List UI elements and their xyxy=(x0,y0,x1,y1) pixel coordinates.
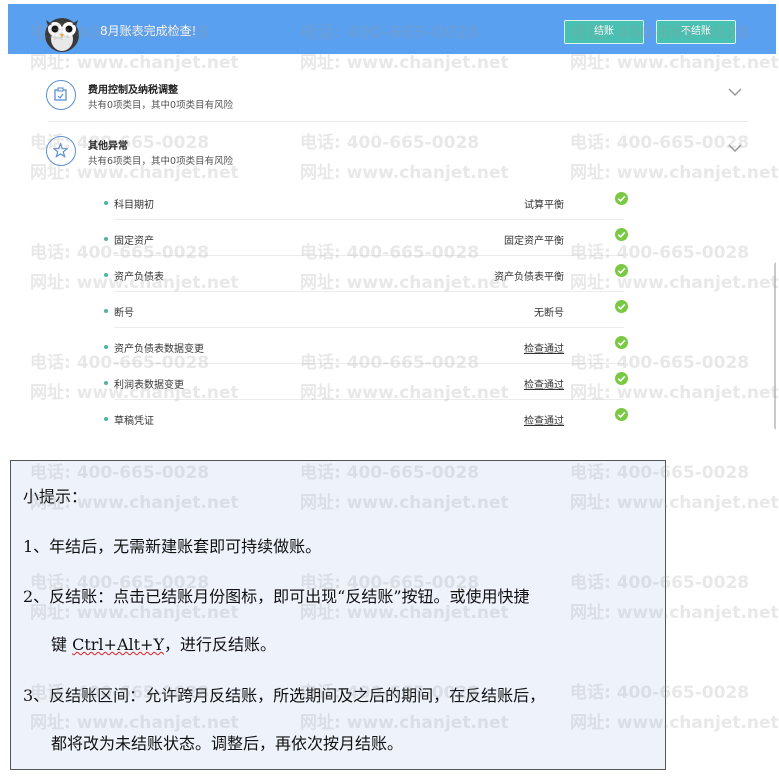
bullet-dot xyxy=(104,345,108,349)
row-divider xyxy=(114,255,624,256)
bullet-dot xyxy=(104,309,108,313)
bullet-dot xyxy=(104,273,108,277)
check-item-status: 资产负债表平衡 xyxy=(494,272,564,283)
shortcut-key: Ctrl+Alt+Y xyxy=(72,635,165,654)
check-ok-icon xyxy=(615,228,628,241)
check-item-status[interactable]: 检查通过 xyxy=(524,412,564,427)
check-item-status: 无断号 xyxy=(534,308,564,319)
check-item-name: 资产负债表数据变更 xyxy=(114,344,204,355)
section-other-anomalies[interactable]: 其他异常 共有6项类目，其中0项类目有风险 xyxy=(42,130,744,178)
tip-2-key-prefix: 键 xyxy=(51,635,73,654)
row-divider xyxy=(114,363,624,364)
row-divider xyxy=(114,327,624,328)
tip-3-line2: 都将改为未结账状态。调整后，再依次按月结账。 xyxy=(51,734,404,753)
row-divider xyxy=(114,291,624,292)
star-icon xyxy=(46,136,76,166)
check-item-name: 科目期初 xyxy=(114,200,154,211)
no-close-account-button[interactable]: 不结账 xyxy=(656,20,736,44)
check-row: 草稿凭证 检查通过 xyxy=(100,406,632,430)
check-ok-icon xyxy=(615,372,628,385)
clipboard-icon xyxy=(46,80,76,110)
tip-2-line1: 2、反结账：点击已结账月份图标，即可出现“反结账”按钮。或使用快捷 xyxy=(23,587,530,606)
bullet-dot xyxy=(104,201,108,205)
check-complete-title: 8月账表完成检查! xyxy=(100,24,197,38)
divider xyxy=(48,121,748,122)
check-row: 科目期初 试算平衡 xyxy=(100,190,632,226)
check-item-name: 固定资产 xyxy=(114,236,154,247)
row-divider xyxy=(114,399,624,400)
scrollbar[interactable] xyxy=(774,262,776,430)
section-title: 费用控制及纳税调整 xyxy=(88,85,178,96)
bullet-dot xyxy=(104,417,108,421)
header-bar: 8月账表完成检查! 结账 不结账 xyxy=(8,4,776,54)
tips-heading: 小提示： xyxy=(23,487,88,506)
check-item-name: 草稿凭证 xyxy=(114,416,154,427)
section-title: 其他异常 xyxy=(88,141,128,152)
section-subtitle: 共有0项类目，其中0项类目有风险 xyxy=(88,100,234,111)
tip-3-line1: 3、反结账区间：允许跨月反结账，所选期间及之后的期间，在反结账后， xyxy=(23,686,546,705)
check-row: 利润表数据变更 检查通过 xyxy=(100,370,632,406)
check-item-name: 资产负债表 xyxy=(114,272,164,283)
check-ok-icon xyxy=(615,336,628,349)
bullet-dot xyxy=(104,237,108,241)
check-ok-icon xyxy=(615,408,628,421)
owl-mascot-icon xyxy=(45,18,79,52)
bullet-dot xyxy=(104,381,108,385)
check-item-status: 固定资产平衡 xyxy=(504,236,564,247)
check-item-name: 利润表数据变更 xyxy=(114,380,184,391)
tips-box: 小提示： 1、年结后，无需新建账套即可持续做账。 2、反结账：点击已结账月份图标… xyxy=(10,460,666,770)
row-divider xyxy=(114,219,624,220)
tip-2-key-suffix: ，进行反结账。 xyxy=(164,635,277,654)
chevron-down-icon[interactable] xyxy=(728,88,742,97)
close-check-panel: 8月账表完成检查! 结账 不结账 费用控制及纳税调整 共有0项类目，其中0项类目… xyxy=(8,4,776,430)
tip-2-line2: 键 Ctrl+Alt+Y，进行反结账。 xyxy=(51,631,276,655)
check-row: 固定资产 固定资产平衡 xyxy=(100,226,632,262)
section-subtitle: 共有6项类目，其中0项类目有风险 xyxy=(88,156,234,167)
check-item-status[interactable]: 检查通过 xyxy=(524,376,564,391)
close-account-button[interactable]: 结账 xyxy=(564,20,644,44)
check-row: 资产负债表数据变更 检查通过 xyxy=(100,334,632,370)
check-ok-icon xyxy=(615,300,628,313)
check-ok-icon xyxy=(615,264,628,277)
check-item-name: 断号 xyxy=(114,308,134,319)
check-ok-icon xyxy=(615,192,628,205)
check-row: 断号 无断号 xyxy=(100,298,632,334)
check-item-status[interactable]: 检查通过 xyxy=(524,340,564,355)
section-expense-control[interactable]: 费用控制及纳税调整 共有0项类目，其中0项类目有风险 xyxy=(42,74,744,122)
chevron-down-icon[interactable] xyxy=(728,144,742,153)
check-row: 资产负债表 资产负债表平衡 xyxy=(100,262,632,298)
tip-1: 1、年结后，无需新建账套即可持续做账。 xyxy=(23,537,322,556)
check-item-status: 试算平衡 xyxy=(524,200,564,211)
